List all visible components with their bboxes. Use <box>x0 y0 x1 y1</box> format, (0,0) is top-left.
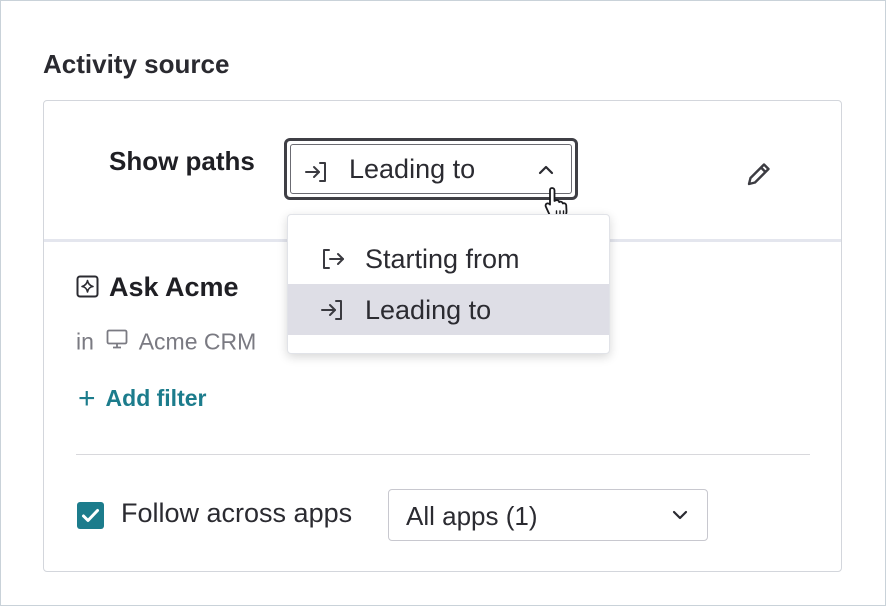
arrow-into-bracket-icon <box>304 160 330 189</box>
monitor-icon <box>106 328 128 355</box>
follow-across-apps-label: Follow across apps <box>121 498 353 528</box>
menu-item-label: Leading to <box>365 295 492 325</box>
divider <box>76 454 810 455</box>
show-paths-select[interactable]: Leading to <box>284 138 578 200</box>
chevron-down-icon <box>671 508 689 526</box>
apps-select-value: All apps (1) <box>406 501 538 531</box>
sparkle-square-icon <box>76 275 99 303</box>
menu-item-leading-to[interactable]: Leading to <box>288 284 609 335</box>
apps-select[interactable]: All apps (1) <box>388 489 708 541</box>
checkmark-icon <box>82 509 99 522</box>
menu-item-starting-from[interactable]: Starting from <box>288 233 609 284</box>
menu-item-label: Starting from <box>365 244 520 274</box>
chevron-up-icon <box>537 163 555 181</box>
follow-across-apps-checkbox[interactable] <box>77 502 104 529</box>
event-name: Ask Acme <box>109 272 239 302</box>
arrow-into-bracket-icon <box>320 298 346 327</box>
in-prefix: in <box>76 328 94 355</box>
add-filter-button[interactable]: + Add filter <box>78 382 206 416</box>
add-filter-label: Add filter <box>105 385 207 411</box>
event-app-row: in Acme CRM <box>76 327 256 355</box>
show-paths-dropdown-menu: Starting from Leading to <box>287 214 610 354</box>
section-title: Activity source <box>43 49 230 79</box>
show-paths-value: Leading to <box>349 154 476 184</box>
plus-icon: + <box>78 382 96 415</box>
show-paths-label: Show paths <box>109 146 255 176</box>
pencil-icon[interactable] <box>744 159 774 194</box>
arrow-out-of-bracket-icon <box>320 247 346 276</box>
app-name: Acme CRM <box>138 328 257 355</box>
